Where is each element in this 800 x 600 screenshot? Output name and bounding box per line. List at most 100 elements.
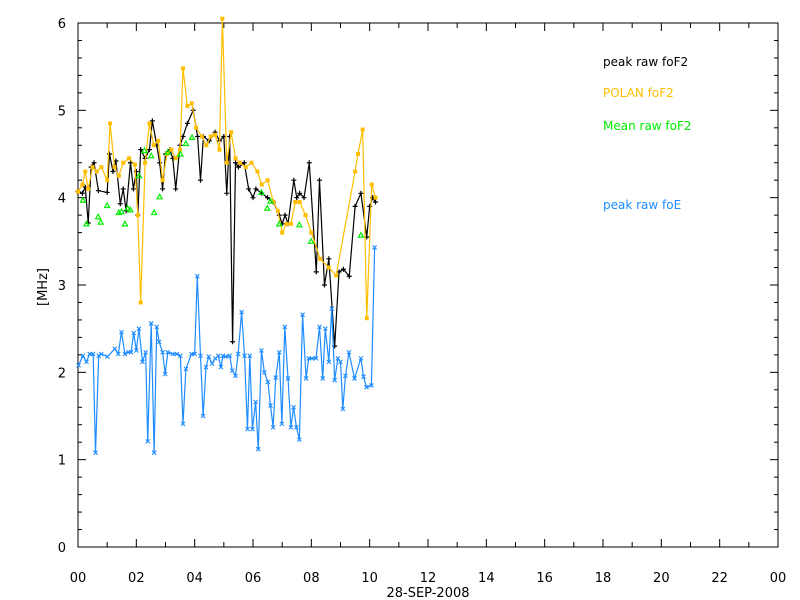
y-axis-label: [MHz] — [36, 268, 51, 306]
data-point — [121, 160, 126, 165]
data-point — [110, 168, 116, 174]
x-tick-label: 00 — [770, 571, 787, 586]
data-point — [86, 186, 91, 191]
data-point — [353, 169, 358, 174]
data-point — [188, 133, 196, 141]
data-point — [94, 213, 102, 220]
y-tick-label: 0 — [58, 541, 66, 556]
data-point — [112, 165, 117, 170]
data-point — [373, 195, 378, 200]
data-point — [364, 316, 369, 321]
y-tick-label: 1 — [58, 454, 66, 469]
data-point — [79, 190, 85, 196]
data-point — [83, 169, 88, 174]
data-point — [243, 165, 248, 170]
legend-mean-raw-fof2: Mean raw foF2 — [603, 119, 692, 133]
data-point — [195, 134, 201, 140]
x-tick-label: 22 — [711, 571, 728, 586]
axis-ticks — [77, 22, 779, 548]
data-point — [306, 160, 312, 166]
data-point — [95, 188, 101, 194]
y-tick-label: 2 — [58, 366, 66, 381]
data-point — [147, 121, 152, 126]
data-point — [80, 182, 85, 187]
data-point — [263, 204, 271, 211]
data-point — [309, 230, 314, 235]
data-point — [318, 256, 323, 261]
x-tick-label: 04 — [186, 571, 203, 586]
data-point — [209, 361, 215, 366]
data-point — [156, 193, 164, 200]
data-point — [229, 130, 234, 135]
data-point — [90, 165, 95, 170]
data-point — [135, 213, 140, 218]
data-point — [160, 178, 165, 183]
y-tick-label: 6 — [58, 17, 66, 32]
data-point — [189, 101, 194, 106]
y-tick-label: 4 — [58, 192, 66, 207]
data-point — [352, 203, 358, 209]
data-point — [282, 212, 288, 218]
data-point — [182, 139, 190, 147]
data-point — [185, 103, 190, 108]
data-point — [150, 208, 158, 216]
data-point — [217, 147, 222, 152]
x-tick-label: 12 — [420, 571, 437, 586]
series-line-polan-fof2 — [77, 18, 377, 319]
data-point — [265, 178, 270, 183]
data-point — [307, 237, 315, 244]
x-tick-label: 06 — [245, 571, 262, 586]
x-tick-label: 18 — [595, 571, 612, 586]
data-point — [151, 143, 156, 148]
data-point — [303, 213, 308, 218]
series-group — [75, 16, 378, 456]
data-point — [97, 218, 105, 225]
data-point — [246, 186, 252, 192]
data-point — [180, 134, 186, 140]
x-tick-label: 02 — [128, 571, 145, 586]
data-point — [132, 162, 137, 167]
data-point — [181, 66, 185, 71]
data-point — [117, 207, 125, 215]
data-point — [369, 182, 374, 187]
y-tick-labels: 0 1 2 3 4 5 6 — [58, 17, 66, 556]
data-point — [357, 231, 365, 238]
data-point — [156, 138, 161, 143]
data-point — [213, 132, 218, 137]
data-point — [230, 339, 236, 345]
data-point — [173, 186, 179, 192]
x-tick-label: 08 — [303, 571, 320, 586]
data-point — [169, 147, 174, 152]
data-point — [173, 156, 178, 161]
x-tick-label: 10 — [361, 571, 378, 586]
data-point — [275, 208, 280, 213]
data-point — [360, 127, 365, 132]
data-point — [204, 143, 209, 148]
data-point — [117, 201, 123, 207]
data-point — [194, 125, 199, 130]
data-point — [130, 186, 136, 192]
data-point — [358, 190, 364, 196]
data-point — [112, 346, 118, 352]
data-point — [224, 160, 229, 165]
legend: peak raw foF2 POLAN foF2 Mean raw foF2 p… — [603, 55, 692, 212]
x-axis-label: 28-SEP-2008 — [386, 586, 469, 600]
data-point — [146, 147, 152, 153]
data-point — [143, 160, 148, 165]
series-polan-fof2 — [76, 16, 378, 321]
data-point — [147, 152, 155, 159]
data-point — [208, 134, 213, 139]
x-tick-label: 14 — [478, 571, 495, 586]
data-point — [104, 189, 110, 195]
data-point — [249, 160, 254, 165]
data-point — [120, 186, 126, 192]
ionogram-chart: 00 02 04 06 08 10 12 14 16 18 20 22 00 0123456 28-SE… — [36, 16, 787, 600]
y-tick-label: 5 — [58, 104, 66, 119]
data-point — [356, 152, 360, 156]
data-point — [317, 177, 322, 183]
data-point — [284, 221, 289, 226]
series-peak-raw-foe — [76, 245, 378, 456]
x-tick-label: 16 — [536, 571, 553, 586]
data-point — [250, 195, 256, 201]
data-point — [259, 182, 264, 187]
